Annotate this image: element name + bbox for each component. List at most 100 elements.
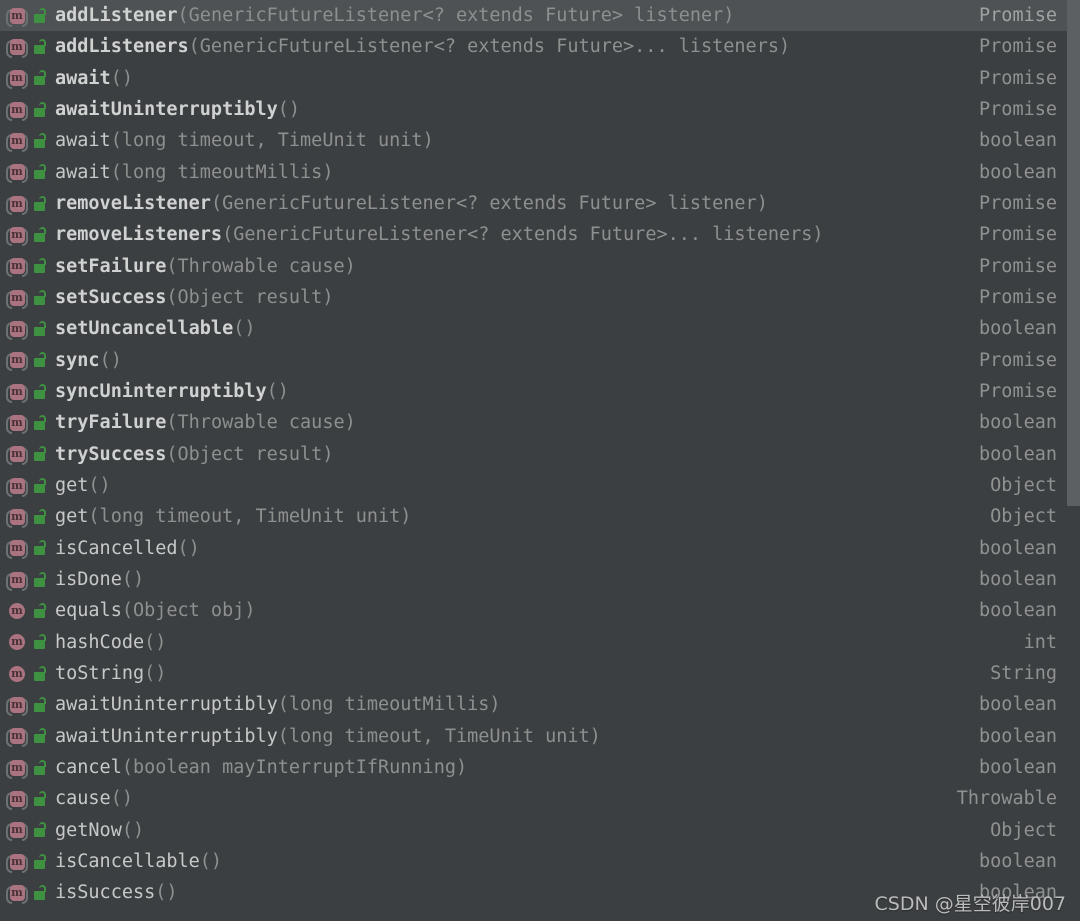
completion-item-name: awaitUninterruptibly: [55, 725, 278, 747]
completion-item-signature: setFailure(Throwable cause): [55, 256, 356, 277]
completion-item[interactable]: m setFailure(Throwable cause) Promise: [0, 251, 1067, 282]
completion-item[interactable]: m await() Promise: [0, 63, 1067, 94]
completion-item-name: isSuccess: [55, 882, 156, 904]
completion-item-return-type: Promise: [979, 381, 1057, 403]
completion-item-signature: awaitUninterruptibly(long timeout, TimeU…: [55, 726, 601, 747]
completion-item-signature: sync(): [55, 350, 122, 371]
public-unlocked-padlock-icon: [31, 600, 50, 622]
completion-item-return-type: Promise: [979, 99, 1057, 121]
completion-item[interactable]: m await(long timeoutMillis) boolean: [0, 157, 1067, 188]
completion-item-return-type: Promise: [979, 36, 1057, 58]
vertical-scrollbar[interactable]: [1067, 0, 1080, 921]
completion-item-params: (GenericFutureListener<? extends Future>…: [177, 5, 735, 27]
completion-item-name: syncUninterruptibly: [55, 381, 267, 403]
completion-item[interactable]: m syncUninterruptibly() Promise: [0, 376, 1067, 407]
completion-item-name: sync: [55, 349, 100, 371]
completion-item-return-type: boolean: [979, 882, 1057, 904]
completion-item-params: (long timeout, TimeUnit unit): [88, 506, 412, 528]
completion-item-params: (): [144, 631, 167, 653]
completion-item-name: toString: [55, 663, 145, 685]
completion-item-params: (): [121, 819, 145, 841]
completion-item-return-type: boolean: [979, 161, 1057, 183]
completion-item[interactable]: m toString() String: [0, 658, 1067, 689]
completion-item-signature: addListener(GenericFutureListener<? exte…: [55, 5, 734, 26]
public-unlocked-padlock-icon: [31, 819, 50, 841]
completion-item[interactable]: m addListeners(GenericFutureListener<? ex…: [0, 31, 1067, 62]
completion-item[interactable]: m removeListeners(GenericFutureListener<?…: [0, 219, 1067, 250]
public-unlocked-padlock-icon: [31, 882, 50, 904]
public-unlocked-padlock-icon: [31, 475, 50, 497]
completion-item-signature: isSuccess(): [55, 882, 178, 903]
method-icon: m: [6, 161, 28, 184]
public-unlocked-padlock-icon: [31, 224, 50, 246]
completion-item[interactable]: m await(long timeout, TimeUnit unit) boole…: [0, 125, 1067, 156]
completion-item-return-type: Object: [990, 506, 1057, 528]
completion-item[interactable]: m isDone() boolean: [0, 564, 1067, 595]
public-unlocked-padlock-icon: [31, 36, 50, 58]
completion-item-params: (Throwable cause): [166, 412, 356, 434]
completion-item[interactable]: m hashCode() int: [0, 627, 1067, 658]
completion-item[interactable]: m awaitUninterruptibly(long timeoutMillis…: [0, 689, 1067, 720]
completion-item[interactable]: m trySuccess(Object result) boolean: [0, 439, 1067, 470]
completion-item[interactable]: m isSuccess() boolean: [0, 877, 1067, 908]
completion-item-params: (boolean mayInterruptIfRunning): [121, 757, 468, 779]
completion-item-signature: isDone(): [55, 569, 144, 590]
method-icon: m: [6, 788, 28, 810]
completion-list[interactable]: m addListener(GenericFutureListener<? ext…: [0, 0, 1067, 921]
completion-item-return-type: Object: [990, 475, 1057, 497]
completion-item-return-type: Promise: [979, 5, 1057, 27]
completion-item-name: tryFailure: [55, 412, 167, 434]
method-icon: m: [6, 537, 28, 560]
method-icon: m: [6, 381, 28, 403]
completion-item-name: getNow: [55, 819, 122, 841]
completion-item-name: addListener: [55, 5, 178, 27]
completion-item[interactable]: m cancel(boolean mayInterruptIfRunning) bo…: [0, 752, 1067, 783]
completion-item-signature: awaitUninterruptibly(): [55, 99, 300, 120]
completion-item-return-type: Promise: [979, 349, 1057, 371]
completion-item-params: (): [155, 882, 178, 904]
completion-item-params: (long timeoutMillis): [110, 161, 334, 183]
completion-item[interactable]: m equals(Object obj) boolean: [0, 595, 1067, 626]
completion-item-signature: removeListeners(GenericFutureListener<? …: [55, 224, 824, 245]
completion-item[interactable]: m removeListener(GenericFutureListener<? …: [0, 188, 1067, 219]
completion-item-name: isDone: [55, 569, 122, 591]
completion-item-signature: setSuccess(Object result): [55, 287, 333, 308]
completion-item[interactable]: m cause() Throwable: [0, 783, 1067, 814]
public-unlocked-padlock-icon: [31, 757, 50, 779]
completion-item[interactable]: m getNow() Object: [0, 815, 1067, 846]
completion-item[interactable]: m awaitUninterruptibly(long timeout, Time…: [0, 721, 1067, 752]
method-inherited-icon: m: [6, 663, 28, 685]
completion-item-signature: cancel(boolean mayInterruptIfRunning): [55, 757, 467, 778]
method-icon: m: [6, 99, 28, 121]
method-icon: m: [6, 412, 28, 434]
public-unlocked-padlock-icon: [31, 255, 50, 277]
public-unlocked-padlock-icon: [31, 67, 50, 89]
completion-item-params: (GenericFutureListener<? extends Future>…: [188, 36, 791, 58]
completion-item-params: (GenericFutureListener<? extends Future>…: [222, 224, 824, 246]
method-inherited-icon: m: [6, 631, 28, 653]
completion-item-return-type: Promise: [979, 287, 1057, 309]
completion-item-return-type: boolean: [979, 318, 1057, 340]
completion-item[interactable]: m get(long timeout, TimeUnit unit) Object: [0, 501, 1067, 532]
completion-item[interactable]: m get() Object: [0, 470, 1067, 501]
completion-item[interactable]: m addListener(GenericFutureListener<? ext…: [0, 0, 1067, 32]
completion-item-name: cancel: [55, 757, 122, 779]
completion-item-return-type: Promise: [979, 255, 1057, 277]
completion-item[interactable]: m setUncancellable() boolean: [0, 313, 1067, 344]
completion-item[interactable]: m isCancellable() boolean: [0, 846, 1067, 877]
completion-item-return-type: boolean: [979, 600, 1057, 622]
method-icon: m: [6, 475, 28, 497]
code-completion-popup[interactable]: m addListener(GenericFutureListener<? ext…: [0, 0, 1080, 921]
completion-item[interactable]: m sync() Promise: [0, 345, 1067, 376]
completion-item[interactable]: m tryFailure(Throwable cause) boolean: [0, 407, 1067, 438]
completion-item[interactable]: m setSuccess(Object result) Promise: [0, 282, 1067, 313]
completion-item-params: (Throwable cause): [166, 255, 356, 277]
scrollbar-thumb[interactable]: [1067, 0, 1080, 506]
completion-item-params: (long timeout, TimeUnit unit): [277, 725, 601, 747]
completion-item[interactable]: m awaitUninterruptibly() Promise: [0, 94, 1067, 125]
completion-item[interactable]: m isCancelled() boolean: [0, 533, 1067, 564]
method-icon: m: [6, 725, 28, 748]
method-icon: m: [6, 36, 28, 58]
method-icon: m: [6, 5, 28, 27]
public-unlocked-padlock-icon: [31, 412, 50, 434]
